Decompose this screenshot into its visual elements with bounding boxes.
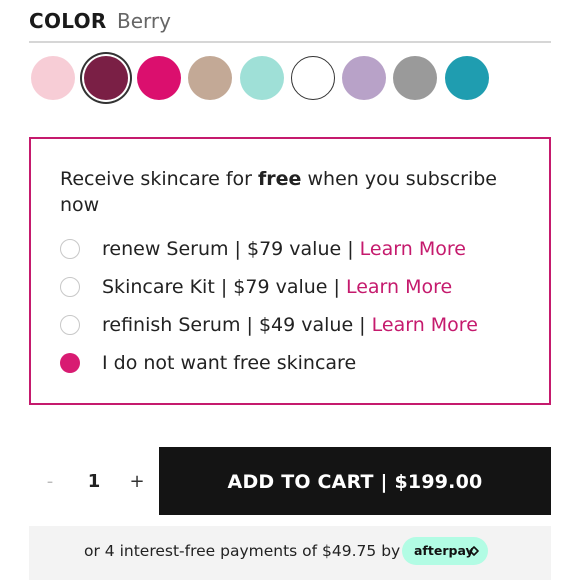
subscribe-offer-title: Receive skincare for free when you subsc… (60, 166, 530, 218)
quantity-value[interactable]: 1 (82, 467, 106, 497)
option-label: refinish Serum | $49 value | Learn More (102, 310, 478, 340)
swatch-lavender[interactable] (342, 56, 386, 100)
learn-more-link[interactable]: Learn More (360, 238, 466, 260)
quantity-decrease-button[interactable]: - (40, 467, 60, 497)
selected-color-name: Berry (116, 9, 171, 33)
divider (29, 41, 551, 43)
subscribe-offer-box: Receive skincare for free when you subsc… (29, 137, 551, 405)
quantity-increase-button[interactable]: + (127, 467, 147, 497)
swatch-white[interactable] (291, 56, 335, 100)
radio-button[interactable] (60, 277, 80, 297)
swatch-mint[interactable] (240, 56, 284, 100)
learn-more-link[interactable]: Learn More (372, 314, 478, 336)
swatch-gray[interactable] (393, 56, 437, 100)
radio-button[interactable] (60, 315, 80, 335)
swatch-teal[interactable] (445, 56, 489, 100)
learn-more-link[interactable]: Learn More (346, 276, 452, 298)
option-text: I do not want free skincare (102, 352, 357, 374)
swatch-light-pink[interactable] (31, 56, 75, 100)
swatch-berry[interactable] (84, 56, 128, 100)
product-options-panel: COLOR Berry Receive skincare for free wh… (0, 0, 580, 580)
option-skincare-kit[interactable]: Skincare Kit | $79 value | Learn More (60, 272, 540, 302)
option-refinish-serum[interactable]: refinish Serum | $49 value | Learn More (60, 310, 540, 340)
option-label: I do not want free skincare (102, 348, 356, 378)
color-header: COLOR Berry (29, 8, 171, 34)
option-text: Skincare Kit | $79 value | (102, 276, 346, 298)
afterpay-badge[interactable]: afterpay (402, 537, 488, 565)
swatch-magenta[interactable] (137, 56, 181, 100)
afterpay-logo-text: afterpay (414, 543, 474, 558)
afterpay-installments-text: or 4 interest-free payments of $49.75 by (84, 542, 401, 560)
add-to-cart-button[interactable]: ADD TO CART | $199.00 (159, 447, 551, 515)
option-label: renew Serum | $79 value | Learn More (102, 234, 466, 264)
swatch-taupe[interactable] (188, 56, 232, 100)
color-label: COLOR (29, 9, 107, 33)
option-renew-serum[interactable]: renew Serum | $79 value | Learn More (60, 234, 540, 264)
subscribe-title-bold: free (258, 168, 302, 190)
option-text: renew Serum | $79 value | (102, 238, 360, 260)
radio-button[interactable] (60, 353, 80, 373)
afterpay-bar: or 4 interest-free payments of $49.75 by… (29, 526, 551, 580)
afterpay-arrows-icon (469, 546, 479, 556)
subscribe-title-text: Receive skincare for (60, 168, 259, 190)
option-text: refinish Serum | $49 value | (102, 314, 372, 336)
option-no-free-skincare[interactable]: I do not want free skincare (60, 348, 540, 378)
option-label: Skincare Kit | $79 value | Learn More (102, 272, 452, 302)
radio-button[interactable] (60, 239, 80, 259)
